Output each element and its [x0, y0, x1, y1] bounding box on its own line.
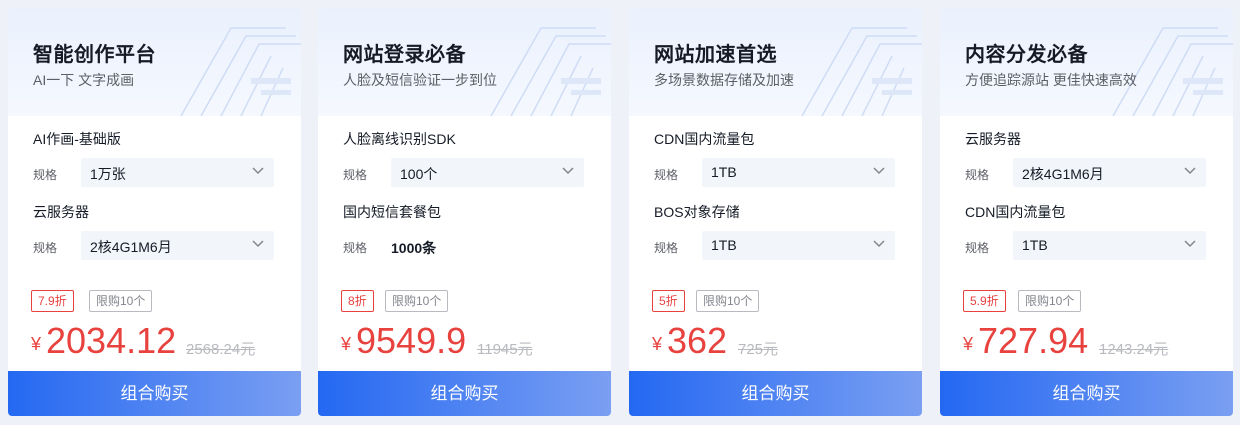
card-subtitle: AI一下 文字成画 [33, 72, 135, 88]
spec-select-value: 100个 [400, 166, 438, 182]
purchase-limit-badge: 限购10个 [89, 290, 153, 312]
price-amount: 362 [667, 320, 728, 361]
price-amount: 727.94 [978, 320, 1089, 361]
spec-select[interactable]: 1TB [1013, 231, 1206, 260]
currency-symbol: ¥ [963, 334, 974, 354]
card-subtitle: 人脸及短信验证一步到位 [343, 72, 497, 88]
price-amount: 9549.9 [356, 320, 467, 361]
original-price: 11945元 [477, 341, 533, 358]
chevron-down-icon [873, 240, 885, 248]
product-name: 人脸离线识别SDK [343, 131, 456, 147]
chevron-down-icon [1184, 167, 1196, 175]
spec-select[interactable]: 1万张 [81, 158, 274, 187]
spec-select[interactable]: 2核4G1M6月 [1013, 158, 1206, 187]
bundle-card-site-login: 网站登录必备 人脸及短信验证一步到位 人脸离线识别SDK 规格 100个 国内短… [318, 8, 611, 416]
spec-select[interactable]: 100个 [391, 158, 584, 187]
bundle-buy-button[interactable]: 组合购买 [940, 371, 1233, 416]
spec-select-value: 1TB [711, 164, 737, 180]
purchase-limit-badge: 限购10个 [1018, 290, 1082, 312]
card-subtitle: 方便追踪源站 更佳快速高效 [965, 72, 1137, 88]
original-price: 1243.24元 [1099, 341, 1169, 358]
currency-symbol: ¥ [652, 334, 663, 354]
spec-select[interactable]: 2核4G1M6月 [81, 231, 274, 260]
spec-label: 规格 [33, 168, 58, 182]
spec-select-value: 1万张 [90, 166, 126, 182]
product-name: 云服务器 [965, 131, 1021, 147]
product-name: CDN国内流量包 [965, 204, 1066, 220]
spec-select[interactable]: 1TB [702, 158, 895, 187]
card-title: 内容分发必备 [965, 44, 1088, 66]
product-name: BOS对象存储 [654, 204, 740, 220]
spec-select[interactable]: 1TB [702, 231, 895, 260]
original-price: 2568.24元 [186, 341, 256, 358]
chevron-down-icon [873, 167, 885, 175]
original-price: 725元 [738, 341, 779, 358]
bundle-buy-button[interactable]: 组合购买 [629, 371, 922, 416]
card-title: 智能创作平台 [33, 44, 156, 66]
card-header: 网站加速首选 多场景数据存储及加速 [629, 8, 922, 116]
product-name: CDN国内流量包 [654, 131, 755, 147]
bundle-card-row: 智能创作平台 AI一下 文字成画 AI作画-基础版 规格 1万张 云服务器 规格… [0, 0, 1240, 425]
bundle-card-ai-creation: 智能创作平台 AI一下 文字成画 AI作画-基础版 规格 1万张 云服务器 规格… [8, 8, 301, 416]
card-header: 智能创作平台 AI一下 文字成画 [8, 8, 301, 116]
purchase-limit-badge: 限购10个 [385, 290, 449, 312]
bundle-card-site-acceleration: 网站加速首选 多场景数据存储及加速 CDN国内流量包 规格 1TB BOS对象存… [629, 8, 922, 416]
product-name: 国内短信套餐包 [343, 204, 441, 220]
discount-badge: 5折 [652, 290, 685, 312]
spec-label: 规格 [343, 241, 368, 255]
card-title: 网站登录必备 [343, 44, 466, 66]
card-title: 网站加速首选 [654, 44, 777, 66]
spec-select-value: 1TB [711, 237, 737, 253]
bundle-buy-button[interactable]: 组合购买 [318, 371, 611, 416]
product-name: 云服务器 [33, 204, 89, 220]
spec-label: 规格 [654, 168, 679, 182]
discount-badge: 7.9折 [31, 290, 74, 312]
spec-label: 规格 [965, 168, 990, 182]
bundle-buy-button[interactable]: 组合购买 [8, 371, 301, 416]
bundle-card-content-delivery: 内容分发必备 方便追踪源站 更佳快速高效 云服务器 规格 2核4G1M6月 CD… [940, 8, 1233, 416]
price-amount: 2034.12 [46, 320, 177, 361]
spec-label: 规格 [343, 168, 368, 182]
spec-select-value: 2核4G1M6月 [90, 239, 172, 255]
chevron-down-icon [252, 240, 264, 248]
spec-label: 规格 [965, 241, 990, 255]
purchase-limit-badge: 限购10个 [696, 290, 760, 312]
currency-symbol: ¥ [31, 334, 42, 354]
spec-label: 规格 [654, 241, 679, 255]
spec-select-value: 1TB [1022, 237, 1048, 253]
chevron-down-icon [252, 167, 264, 175]
spec-select-value: 2核4G1M6月 [1022, 166, 1104, 182]
discount-badge: 8折 [341, 290, 374, 312]
card-header: 网站登录必备 人脸及短信验证一步到位 [318, 8, 611, 116]
currency-symbol: ¥ [341, 334, 352, 354]
chevron-down-icon [562, 167, 574, 175]
discount-badge: 5.9折 [963, 290, 1006, 312]
card-subtitle: 多场景数据存储及加速 [654, 72, 794, 88]
product-name: AI作画-基础版 [33, 131, 121, 147]
card-header: 内容分发必备 方便追踪源站 更佳快速高效 [940, 8, 1233, 116]
spec-fixed-value: 1000条 [391, 240, 437, 256]
spec-label: 规格 [33, 241, 58, 255]
chevron-down-icon [1184, 240, 1196, 248]
